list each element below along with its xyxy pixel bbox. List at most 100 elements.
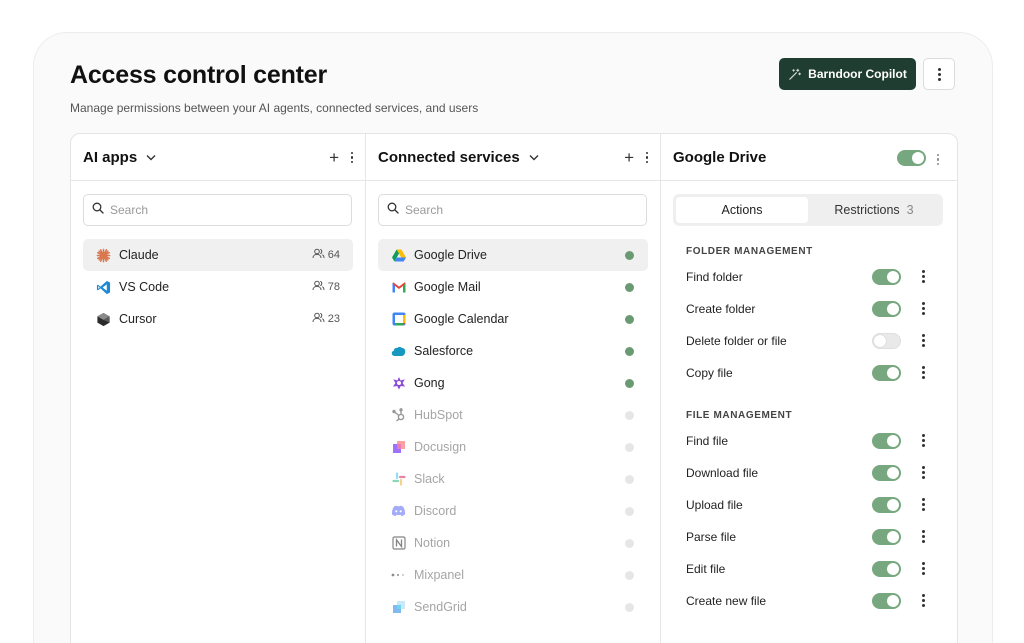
action-row-find-folder: Find folder [686,261,938,293]
action-toggle-on[interactable] [872,269,901,285]
users-icon [312,280,325,294]
status-dot-disconnected [625,538,634,548]
service-item-sendgrid[interactable]: SendGrid [378,591,648,623]
service-item-slack[interactable]: Slack [378,463,648,495]
service-item-gong[interactable]: Gong [378,367,648,399]
service-item-hubspot[interactable]: HubSpot [378,399,648,431]
status-dot-connected [625,346,634,356]
user-count: 23 [312,312,340,326]
ai-app-item-claude[interactable]: Claude 64 [83,239,353,271]
ai-apps-menu-icon[interactable] [349,151,355,164]
services-menu-icon[interactable] [644,151,650,164]
ai-app-item-vscode[interactable]: VS Code 78 [83,271,353,303]
more-options-button[interactable] [923,58,955,90]
action-menu-icon[interactable] [920,498,926,511]
page-subtitle: Manage permissions between your AI agent… [70,101,479,115]
service-item-docusign[interactable]: Docusign [378,431,648,463]
discord-icon [391,504,406,519]
tab-actions[interactable]: Actions [676,197,808,223]
action-row-create-new-file: Create new file [686,585,938,617]
tab-restrictions[interactable]: Restrictions 3 [808,197,940,223]
detail-menu-icon[interactable] [935,154,941,166]
detail-header: Google Drive [661,134,957,181]
users-icon [312,312,325,326]
status-dot-disconnected [625,442,634,452]
ai-apps-search[interactable] [83,194,352,226]
service-label: Google Drive [414,248,487,262]
action-menu-icon[interactable] [920,366,926,379]
section-title: FILE MANAGEMENT [686,410,793,421]
action-menu-icon[interactable] [920,530,926,543]
ai-apps-search-input[interactable] [110,203,340,217]
action-toggle-on[interactable] [872,433,901,449]
action-menu-icon[interactable] [920,434,926,447]
service-label: Notion [414,536,451,550]
action-toggle-on[interactable] [872,365,901,381]
action-menu-icon[interactable] [920,334,926,347]
sendgrid-icon [391,600,406,615]
service-label: HubSpot [414,408,463,422]
status-dot-connected [625,282,634,292]
status-dot-disconnected [625,602,634,612]
mixpanel-icon [391,568,406,583]
vscode-icon [96,280,111,295]
action-row-delete-folder-or-file: Delete folder or file [686,325,938,357]
action-label: Find folder [686,270,743,284]
ai-apps-panel: AI apps + Search Claude 64 VS Code 78 Cu… [71,134,366,643]
services-search-input[interactable] [405,203,635,217]
ai-app-item-cursor[interactable]: Cursor 23 [83,303,353,335]
action-toggle-on[interactable] [872,529,901,545]
add-ai-app-icon[interactable]: + [329,149,339,166]
service-label: Docusign [414,440,467,454]
action-menu-icon[interactable] [920,466,926,479]
search-icon [387,201,399,219]
detail-title: Google Drive [673,148,767,166]
service-item-google-mail[interactable]: Google Mail [378,271,648,303]
connected-services-panel: Connected services + Google Drive [366,134,661,643]
action-label: Find file [686,434,729,448]
action-row-edit-file: Edit file [686,553,938,585]
restrictions-count-badge: 3 [906,203,914,217]
action-toggle-off[interactable] [872,333,901,349]
service-item-salesforce[interactable]: Salesforce [378,335,648,367]
status-dot-disconnected [625,474,634,484]
action-menu-icon[interactable] [920,594,926,607]
status-dot-connected [625,378,634,388]
action-toggle-on[interactable] [872,593,901,609]
action-toggle-on[interactable] [872,497,901,513]
chevron-down-icon[interactable] [529,154,539,161]
service-item-google-calendar[interactable]: Google Calendar [378,303,648,335]
service-item-google-drive[interactable]: Google Drive [378,239,648,271]
action-toggle-on[interactable] [872,301,901,317]
action-label: Copy file [686,366,733,380]
status-dot-connected [625,314,634,324]
status-dot-disconnected [625,570,634,580]
service-enabled-toggle[interactable] [897,150,926,166]
chevron-down-icon[interactable] [146,154,156,161]
connected-services-title[interactable]: Connected services [378,149,520,166]
status-dot-connected [625,250,634,260]
barndoor-copilot-button[interactable]: Barndoor Copilot [779,58,916,90]
action-label: Download file [686,466,759,480]
services-search[interactable] [378,194,647,226]
cursor-icon [96,312,111,327]
action-toggle-on[interactable] [872,465,901,481]
app-frame: Access control center Manage permissions… [33,32,993,643]
service-label: Google Calendar [414,312,509,326]
search-icon [92,201,104,219]
action-toggle-on[interactable] [872,561,901,577]
service-item-mixpanel[interactable]: Mixpanel [378,559,648,591]
ai-apps-title[interactable]: AI apps [83,149,137,166]
service-label: Discord [414,504,457,518]
action-menu-icon[interactable] [920,562,926,575]
service-label: Slack [414,472,445,486]
service-item-notion[interactable]: Notion [378,527,648,559]
add-service-icon[interactable]: + [624,149,634,166]
docusign-icon [391,440,406,455]
barndoor-copilot-label: Barndoor Copilot [808,67,907,81]
claude-icon [96,248,111,263]
action-menu-icon[interactable] [920,270,926,283]
action-menu-icon[interactable] [920,302,926,315]
service-item-discord[interactable]: Discord [378,495,648,527]
user-count: 64 [312,248,340,262]
